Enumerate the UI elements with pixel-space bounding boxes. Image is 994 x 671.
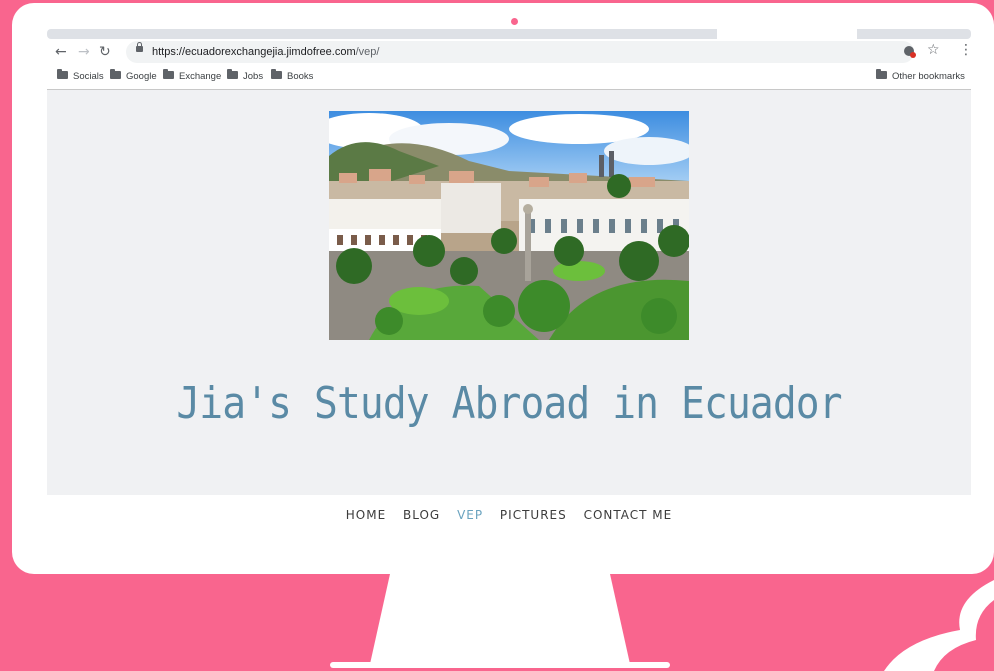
tab-strip: [47, 29, 971, 39]
folder-icon: [57, 69, 68, 80]
reload-icon[interactable]: ↻: [99, 42, 111, 62]
monitor-stand: [330, 574, 670, 668]
bookmark-label: Other bookmarks: [892, 71, 965, 82]
bookmark-label: Exchange: [179, 71, 222, 82]
active-tab[interactable]: [717, 29, 857, 39]
bookmark-folder-books[interactable]: Books: [271, 69, 313, 85]
bookmark-label: Google: [126, 71, 157, 82]
bookmarks-bar: Socials Google Exchange Jobs Books Other…: [47, 65, 971, 90]
forward-arrow-icon[interactable]: →: [78, 42, 90, 62]
browser-toolbar: ← → ↻ https://ecuadorexchangejia.jimdofr…: [47, 39, 973, 65]
camera-dot: [511, 18, 518, 25]
nav-vep[interactable]: VEP: [457, 508, 483, 522]
nav-home[interactable]: HOME: [346, 508, 386, 522]
url-text[interactable]: https://ecuadorexchangejia.jimdofree.com…: [152, 44, 379, 60]
bookmark-folder-exchange[interactable]: Exchange: [163, 69, 221, 85]
extension-icon[interactable]: [904, 46, 916, 58]
site-title: Jia's Study Abroad in Ecuador: [176, 378, 842, 429]
site-header: Jia's Study Abroad in Ecuador: [47, 90, 971, 495]
bookmark-folder-socials[interactable]: Socials: [57, 69, 104, 85]
back-arrow-icon[interactable]: ←: [55, 42, 67, 62]
monitor-screen: ← → ↻ https://ecuadorexchangejia.jimdofr…: [12, 3, 994, 574]
bookmark-folder-other[interactable]: Other bookmarks: [876, 69, 965, 85]
bookmark-label: Books: [287, 71, 314, 82]
nav-blog[interactable]: BLOG: [403, 508, 440, 522]
kebab-menu-icon[interactable]: ⋮: [959, 42, 973, 58]
folder-icon: [110, 69, 121, 80]
decorative-swoosh: [884, 580, 994, 671]
folder-icon: [271, 69, 282, 80]
nav-pictures[interactable]: PICTURES: [500, 508, 567, 522]
lock-icon: [136, 42, 143, 52]
folder-icon: [163, 69, 174, 80]
nav-contact[interactable]: CONTACT ME: [584, 508, 673, 522]
url-path: /vep/: [355, 46, 380, 58]
folder-icon: [227, 69, 238, 80]
site-nav: HOME BLOG VEP PICTURES CONTACT ME: [47, 508, 971, 522]
bookmark-folder-google[interactable]: Google: [110, 69, 157, 85]
bookmark-star-icon[interactable]: ☆: [927, 42, 940, 58]
address-bar[interactable]: https://ecuadorexchangejia.jimdofree.com…: [126, 41, 914, 63]
bookmark-label: Socials: [73, 71, 104, 82]
bookmark-folder-jobs[interactable]: Jobs: [227, 69, 263, 85]
url-host: https://ecuadorexchangejia.jimdofree.com: [152, 46, 356, 58]
hero-image: [329, 111, 689, 340]
bookmark-label: Jobs: [243, 71, 264, 82]
folder-icon: [876, 69, 887, 80]
